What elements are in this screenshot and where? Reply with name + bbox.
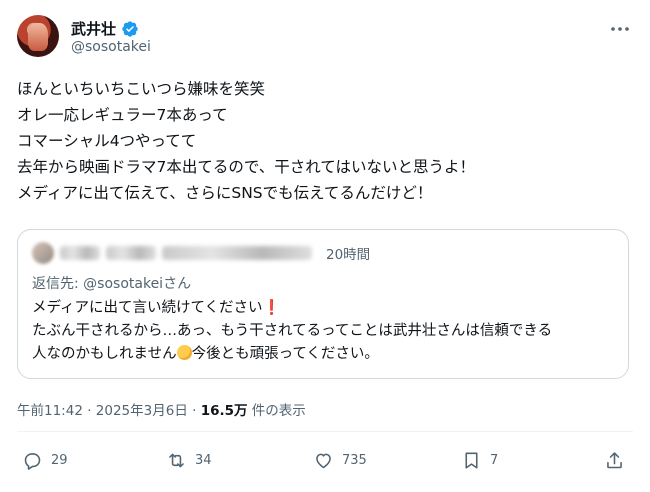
author-handle[interactable]: @sosotakei <box>71 39 151 55</box>
quoted-author-avatar-blurred <box>32 242 54 264</box>
blurred-handle <box>162 246 312 260</box>
quoted-tweet[interactable]: 20時間 返信先: @sosotakeiさん メディアに出て言い続けてください❗… <box>17 229 629 379</box>
tweet-line: コマーシャル4つやってて <box>17 132 197 150</box>
repost-count: 34 <box>195 453 212 468</box>
author-name-row: 武井壮 <box>71 18 139 39</box>
repost-icon <box>169 453 184 468</box>
like-button[interactable]: 735 <box>313 450 367 471</box>
share-button[interactable] <box>604 450 625 471</box>
tweet-line: オレ一応レギュラー7本あって <box>17 106 228 124</box>
tweet-line: 去年から映画ドラマ7本出てるので、干されてはいないと思うよ！ <box>17 158 475 176</box>
reply-count: 29 <box>51 453 68 468</box>
quoted-line-text: 人なのかもしれません <box>32 346 177 362</box>
action-bar: 29 34 735 7 <box>0 450 650 480</box>
tweet-meta: 午前11:42 · 2025年3月6日 · 16.5万 件の表示 <box>17 399 306 419</box>
blurred-name <box>106 246 156 260</box>
tweet-line: メディアに出て伝えて、さらにSNSでも伝えてるんだけど！ <box>17 184 433 202</box>
quoted-line: メディアに出て言い続けてください❗ <box>32 297 622 320</box>
more-options-icon[interactable] <box>608 17 632 41</box>
view-count: 16.5万 <box>200 403 248 419</box>
heart-icon <box>316 453 331 469</box>
tweet-timestamp[interactable]: 午前11:42 · 2025年3月6日 · <box>17 403 201 419</box>
repost-button[interactable]: 34 <box>166 450 212 471</box>
tweet-text: ほんといちいちこいつら嫌味を笑笑 オレ一応レギュラー7本あって コマーシャル4つ… <box>17 76 637 206</box>
quoted-tweet-time[interactable]: 20時間 <box>326 243 370 263</box>
author-avatar[interactable] <box>17 15 59 57</box>
reply-mention[interactable]: @sosotakeiさん <box>83 276 191 292</box>
bookmark-icon <box>465 452 478 469</box>
author-name[interactable]: 武井壮 <box>71 18 116 39</box>
divider <box>17 431 633 432</box>
reply-icon <box>24 453 41 470</box>
bookmark-count: 7 <box>490 453 499 468</box>
reply-to-label: 返信先: @sosotakeiさん <box>32 273 191 293</box>
quoted-line-text: 今後とも頑張ってください。 <box>191 346 379 362</box>
reply-prefix: 返信先: <box>32 276 84 292</box>
quoted-line-text: メディアに出て言い続けてください <box>32 300 263 316</box>
quoted-line: たぶん干されるから…あっ、もう干されてるってことは武井壮さんは信頼できる <box>32 323 553 339</box>
like-count: 735 <box>342 453 367 468</box>
tweet-header: 武井壮 @sosotakei <box>17 15 650 63</box>
reply-button[interactable]: 29 <box>22 450 68 471</box>
view-count-suffix: 件の表示 <box>247 403 306 419</box>
fist-emoji-icon <box>176 345 192 360</box>
share-icon <box>607 452 622 469</box>
exclamation-emoji-icon: ❗ <box>262 300 281 316</box>
tweet-line: ほんといちいちこいつら嫌味を笑笑 <box>17 80 266 98</box>
quoted-line: 人なのかもしれません 今後とも頑張ってください。 <box>32 343 622 366</box>
quoted-tweet-header: 20時間 <box>32 242 370 264</box>
verified-badge-icon <box>122 20 138 37</box>
bookmark-button[interactable]: 7 <box>461 450 498 471</box>
quoted-tweet-text: メディアに出て言い続けてください❗ たぶん干されるから…あっ、もう干されてるって… <box>32 297 622 366</box>
blurred-name <box>60 246 100 260</box>
